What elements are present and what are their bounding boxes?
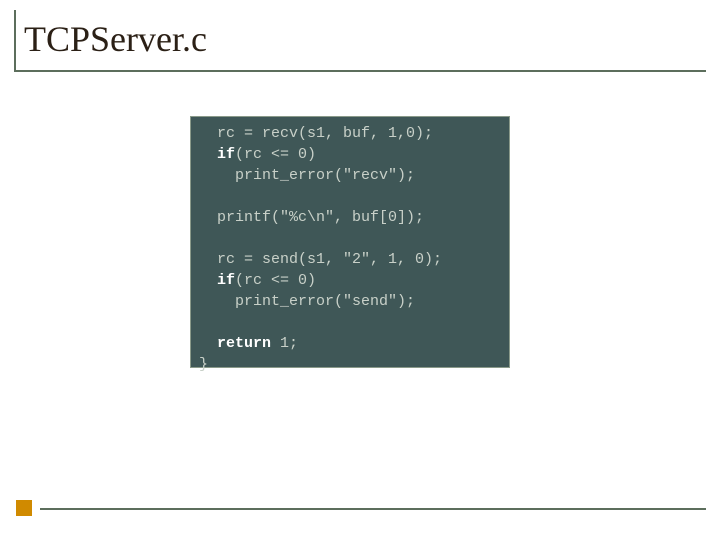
code-line: 1; [271, 335, 298, 352]
code-line: print_error("recv"); [199, 167, 415, 184]
code-line: rc = recv(s1, buf, 1,0); [199, 125, 433, 142]
code-keyword: if [199, 272, 235, 289]
footer-divider [40, 508, 706, 510]
accent-square-icon [16, 500, 32, 516]
code-line: } [199, 356, 208, 373]
code-block: rc = recv(s1, buf, 1,0); if(rc <= 0) pri… [190, 116, 510, 368]
code-line: print_error("send"); [199, 293, 415, 310]
title-bar: TCPServer.c [14, 10, 706, 72]
code-line: rc = send(s1, "2", 1, 0); [199, 251, 442, 268]
code-keyword: if [199, 146, 235, 163]
code-keyword: return [199, 335, 271, 352]
code-line: printf("%c\n", buf[0]); [199, 209, 424, 226]
slide: TCPServer.c rc = recv(s1, buf, 1,0); if(… [0, 0, 720, 540]
code-line: (rc <= 0) [235, 146, 316, 163]
code-line: (rc <= 0) [235, 272, 316, 289]
page-title: TCPServer.c [16, 10, 706, 68]
